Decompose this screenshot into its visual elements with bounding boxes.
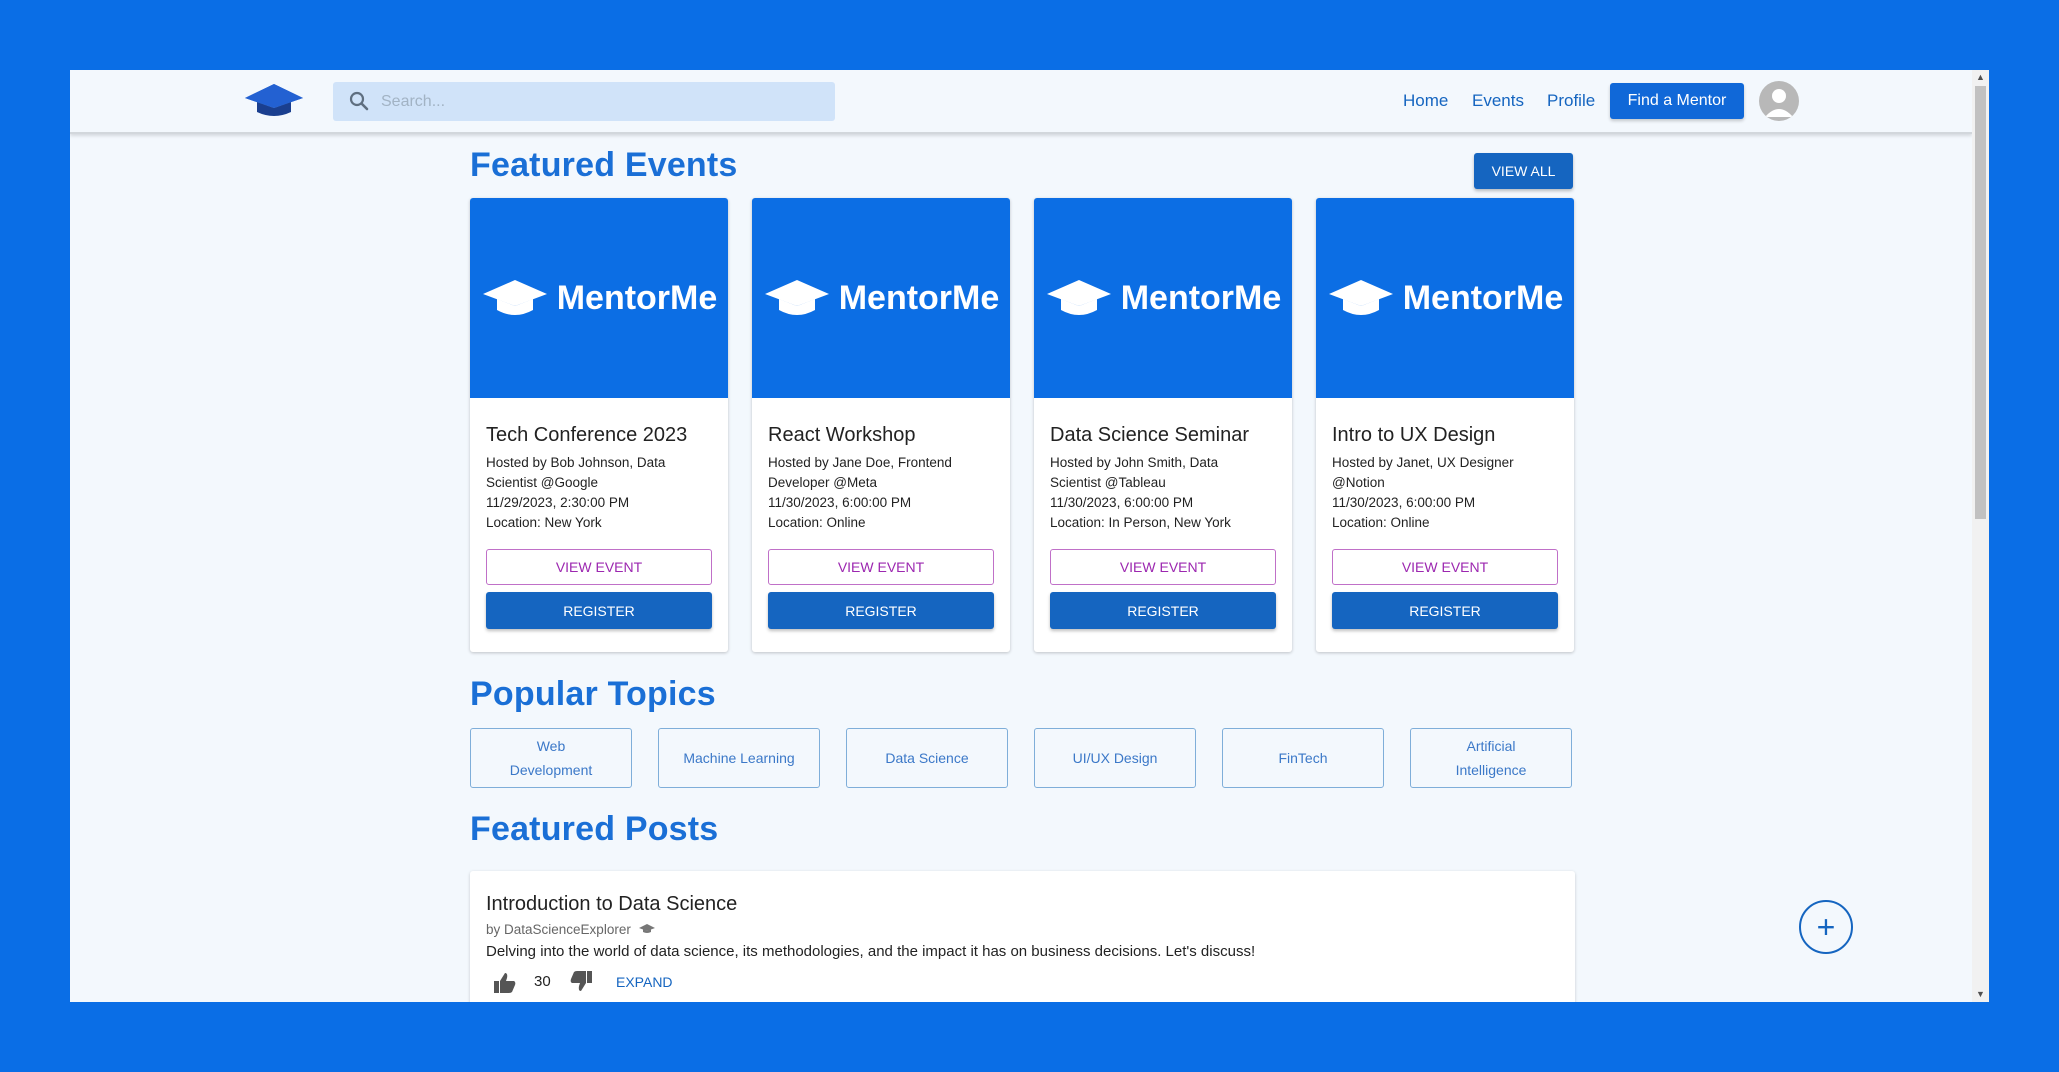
event-title: Data Science Seminar: [1050, 424, 1249, 446]
post-author: by DataScienceExplorer: [486, 922, 655, 937]
event-host: Developer @Meta: [768, 475, 878, 490]
event-title: Intro to UX Design: [1332, 424, 1496, 446]
graduation-cap-logo-icon[interactable]: [243, 82, 305, 118]
graduation-cap-icon: [764, 280, 829, 315]
event-location: Location: Online: [1332, 515, 1430, 530]
register-button[interactable]: REGISTER: [1050, 592, 1276, 629]
event-location: Location: In Person, New York: [1050, 515, 1231, 530]
nav-link-profile[interactable]: Profile: [1547, 91, 1595, 111]
scroll-up-arrow-icon[interactable]: ▲: [1976, 72, 1985, 82]
search-input[interactable]: Search...: [333, 82, 835, 121]
event-datetime: 11/30/2023, 6:00:00 PM: [1050, 495, 1194, 510]
view-event-button[interactable]: VIEW EVENT: [768, 549, 994, 585]
post-body: Delving into the world of data science, …: [486, 943, 1256, 960]
brand-text: MentorMe: [556, 278, 718, 317]
event-title: React Workshop: [768, 424, 916, 446]
event-datetime: 11/30/2023, 6:00:00 PM: [768, 495, 912, 510]
graduation-cap-icon: [1328, 280, 1393, 315]
event-host: Hosted by Janet, UX Designer: [1332, 455, 1514, 470]
featured-events-title: Featured Events: [470, 146, 738, 184]
graduation-cap-icon: [482, 280, 547, 315]
event-host: @Notion: [1332, 475, 1385, 490]
featured-posts-title: Featured Posts: [470, 810, 719, 848]
view-event-button[interactable]: VIEW EVENT: [486, 549, 712, 585]
topic-fintech[interactable]: FinTech: [1222, 728, 1384, 788]
add-post-button[interactable]: +: [1799, 900, 1853, 954]
event-meta: Hosted by Bob Johnson, Data Scientist @G…: [486, 453, 716, 533]
post-title[interactable]: Introduction to Data Science: [486, 893, 737, 916]
register-button[interactable]: REGISTER: [486, 592, 712, 629]
event-host: Scientist @Tableau: [1050, 475, 1166, 490]
event-image: MentorMe: [1034, 198, 1292, 398]
search-placeholder: Search...: [381, 93, 446, 110]
scroll-down-arrow-icon[interactable]: ▼: [1976, 989, 1985, 999]
nav-link-home[interactable]: Home: [1403, 91, 1448, 111]
event-meta: Hosted by John Smith, Data Scientist @Ta…: [1050, 453, 1280, 533]
event-card: MentorMe Intro to UX Design Hosted by Ja…: [1316, 198, 1574, 652]
event-meta: Hosted by Jane Doe, Frontend Developer @…: [768, 453, 998, 533]
top-navbar: Search... Home Events Profile Find a Men…: [70, 70, 1972, 134]
find-mentor-button[interactable]: Find a Mentor: [1610, 83, 1744, 119]
event-title: Tech Conference 2023: [486, 424, 688, 446]
topic-machine-learning[interactable]: Machine Learning: [658, 728, 820, 788]
event-host: Hosted by Jane Doe, Frontend: [768, 455, 952, 470]
register-button[interactable]: REGISTER: [768, 592, 994, 629]
event-location: Location: Online: [768, 515, 866, 530]
nav-link-events[interactable]: Events: [1472, 91, 1524, 111]
topic-data-science[interactable]: Data Science: [846, 728, 1008, 788]
view-all-button[interactable]: VIEW ALL: [1474, 153, 1573, 189]
topic-web-development[interactable]: Web Development: [470, 728, 632, 788]
register-button[interactable]: REGISTER: [1332, 592, 1558, 629]
thumb-up-icon[interactable]: [493, 972, 517, 994]
event-image: MentorMe: [1316, 198, 1574, 398]
browser-window: Search... Home Events Profile Find a Men…: [70, 70, 1989, 1002]
avatar[interactable]: [1759, 81, 1799, 121]
event-host: Hosted by John Smith, Data: [1050, 455, 1219, 470]
event-location: Location: New York: [486, 515, 602, 530]
scrollbar[interactable]: ▲ ▼: [1972, 70, 1989, 1002]
view-event-button[interactable]: VIEW EVENT: [1332, 549, 1558, 585]
topic-ui-ux-design[interactable]: UI/UX Design: [1034, 728, 1196, 788]
search-icon: [349, 91, 369, 111]
expand-button[interactable]: EXPAND: [616, 974, 673, 990]
user-icon: [1765, 89, 1793, 117]
brand-text: MentorMe: [1402, 278, 1564, 317]
scroll-thumb[interactable]: [1975, 86, 1986, 519]
post-card: Introduction to Data Science by DataScie…: [470, 871, 1575, 1002]
event-card: MentorMe Tech Conference 2023 Hosted by …: [470, 198, 728, 652]
event-datetime: 11/30/2023, 6:00:00 PM: [1332, 495, 1476, 510]
post-author-name: by DataScienceExplorer: [486, 922, 631, 937]
brand-text: MentorMe: [838, 278, 1000, 317]
event-meta: Hosted by Janet, UX Designer @Notion 11/…: [1332, 453, 1562, 533]
view-event-button[interactable]: VIEW EVENT: [1050, 549, 1276, 585]
like-count: 30: [534, 973, 551, 990]
event-image: MentorMe: [752, 198, 1010, 398]
event-card: MentorMe Data Science Seminar Hosted by …: [1034, 198, 1292, 652]
topic-artificial-intelligence[interactable]: Artificial Intelligence: [1410, 728, 1572, 788]
event-host: Hosted by Bob Johnson, Data: [486, 455, 666, 470]
graduation-cap-icon: [1046, 280, 1111, 315]
event-image: MentorMe: [470, 198, 728, 398]
event-card: MentorMe React Workshop Hosted by Jane D…: [752, 198, 1010, 652]
graduation-cap-icon: [638, 924, 655, 933]
popular-topics-title: Popular Topics: [470, 675, 716, 713]
brand-text: MentorMe: [1120, 278, 1282, 317]
event-datetime: 11/29/2023, 2:30:00 PM: [486, 495, 630, 510]
thumb-down-icon[interactable]: [569, 970, 593, 992]
event-host: Scientist @Google: [486, 475, 599, 490]
